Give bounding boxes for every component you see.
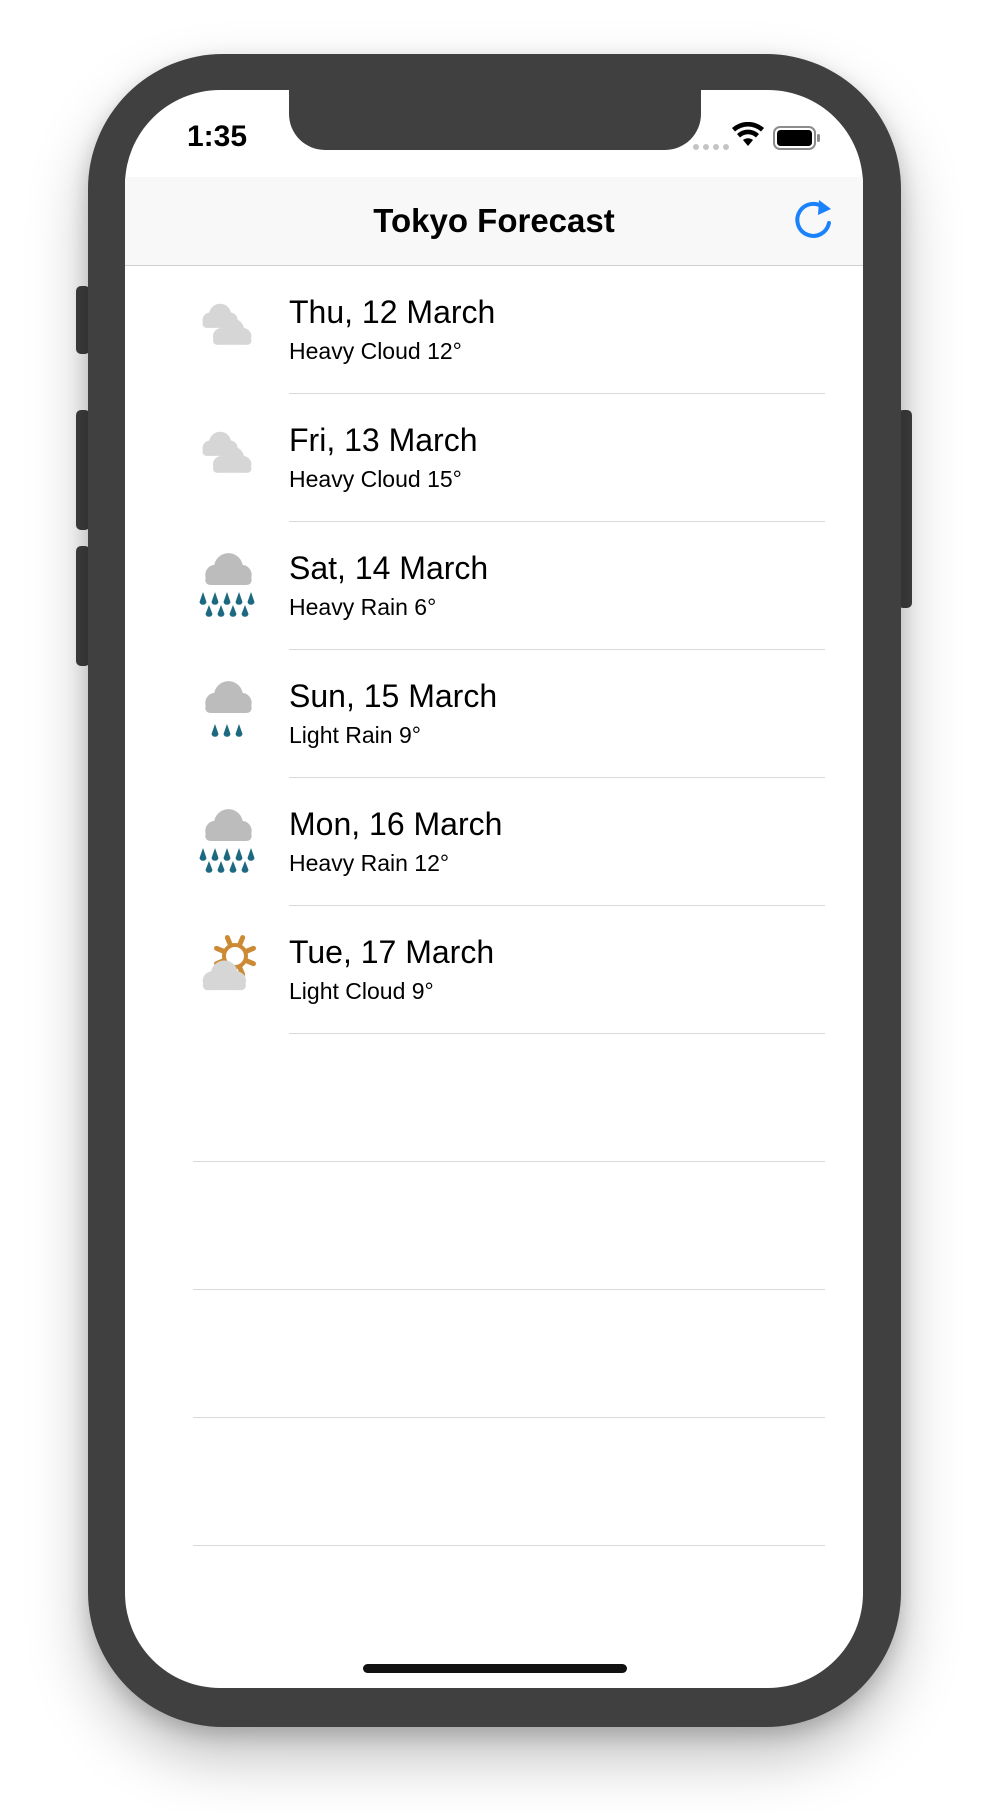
forecast-summary: Light Rain 9° [289,722,421,748]
empty-row [125,1034,863,1162]
forecast-row[interactable]: Mon, 16 March Heavy Rain 12° [125,778,863,906]
page-title: Tokyo Forecast [373,202,615,239]
forecast-date: Mon, 16 March [289,806,503,842]
home-indicator[interactable] [363,1664,627,1673]
forecast-date: Fri, 13 March [289,422,478,458]
forecast-row[interactable]: Tue, 17 March Light Cloud 9° [125,906,863,1034]
refresh-button[interactable] [791,197,837,243]
notch [289,90,701,150]
forecast-date: Tue, 17 March [289,934,495,970]
wifi-icon [732,122,764,146]
forecast-summary: Heavy Rain 12° [289,850,450,876]
status-time: 1:35 [187,120,248,153]
screen: 1:35 Tokyo Forecast Thu, 12 March Heavy … [125,90,863,1688]
forecast-summary: Heavy Cloud 15° [289,466,462,492]
forecast-list: Thu, 12 March Heavy Cloud 12° Fri, 13 Mar… [125,266,863,1546]
empty-row [125,1418,863,1546]
forecast-summary: Heavy Rain 6° [289,594,437,620]
battery-icon [773,126,820,150]
heavy-rain-icon [191,550,263,622]
heavy-cloud-icon [191,422,263,494]
navigation-bar: Tokyo Forecast [125,177,863,266]
light-cloud-icon [191,934,263,1006]
signal-icon [693,144,729,150]
stage: 1:35 Tokyo Forecast Thu, 12 March Heavy … [0,0,988,1812]
forecast-date: Sun, 15 March [289,678,498,714]
empty-row [125,1162,863,1290]
forecast-summary: Heavy Cloud 12° [289,338,462,364]
forecast-row[interactable]: Fri, 13 March Heavy Cloud 15° [125,394,863,522]
light-rain-icon [191,678,263,750]
forecast-summary: Light Cloud 9° [289,978,434,1004]
row-separator [193,1545,825,1546]
heavy-rain-icon [191,806,263,878]
refresh-icon [795,200,831,238]
forecast-row[interactable]: Sat, 14 March Heavy Rain 6° [125,522,863,650]
forecast-date: Sat, 14 March [289,550,489,586]
forecast-row[interactable]: Thu, 12 March Heavy Cloud 12° [125,266,863,394]
heavy-cloud-icon [191,294,263,366]
empty-row [125,1290,863,1418]
forecast-row[interactable]: Sun, 15 March Light Rain 9° [125,650,863,778]
forecast-date: Thu, 12 March [289,294,496,330]
